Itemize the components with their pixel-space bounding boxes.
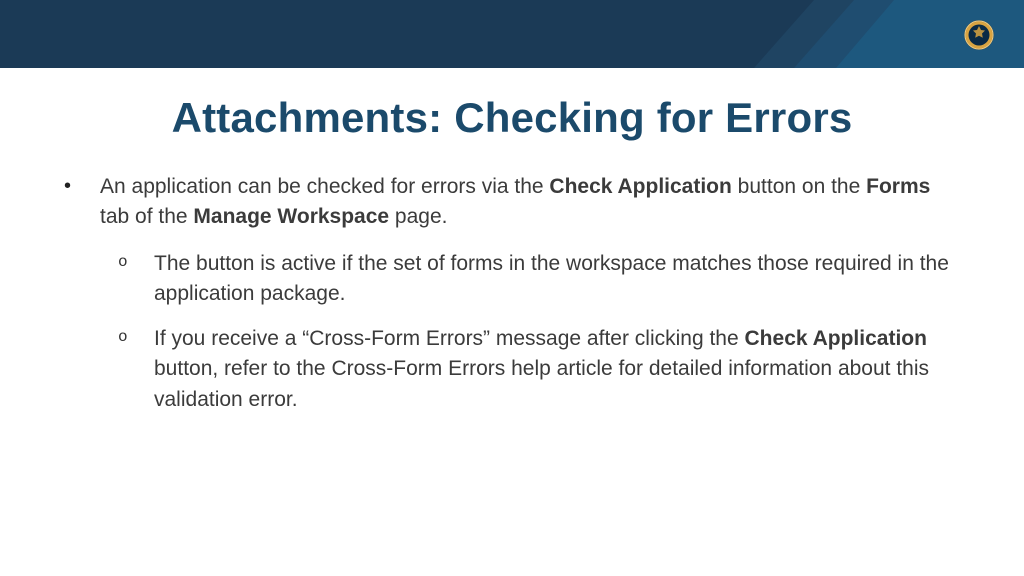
bold-check-application: Check Application	[549, 175, 731, 198]
doj-seal-icon	[964, 20, 994, 50]
text: button on the	[732, 175, 866, 198]
bullet-main: An application can be checked for errors…	[56, 172, 964, 415]
text: button, refer to the Cross-Form Errors h…	[154, 357, 929, 410]
bold-manage-workspace: Manage Workspace	[193, 205, 389, 228]
text: tab of the	[100, 205, 193, 228]
bold-forms: Forms	[866, 175, 930, 198]
slide-content: An application can be checked for errors…	[56, 172, 964, 415]
text: page.	[389, 205, 447, 228]
sub-bullet-2: If you receive a “Cross-Form Errors” mes…	[100, 324, 964, 415]
bold-check-application-2: Check Application	[745, 327, 927, 350]
slide-header	[0, 0, 1024, 68]
sub-bullet-1: The button is active if the set of forms…	[100, 249, 964, 310]
slide-title: Attachments: Checking for Errors	[0, 94, 1024, 142]
text: An application can be checked for errors…	[100, 175, 549, 198]
text: If you receive a “Cross-Form Errors” mes…	[154, 327, 745, 350]
